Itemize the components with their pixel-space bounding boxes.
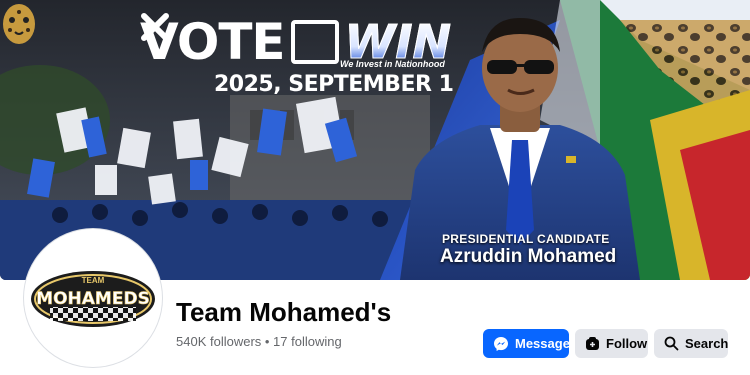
- follow-icon: [586, 337, 599, 350]
- search-button-label: Search: [685, 336, 729, 351]
- search-icon: [664, 336, 679, 351]
- page-title: Team Mohamed's: [176, 297, 392, 327]
- profile-picture[interactable]: TEAM MOHAMEDS: [24, 229, 162, 367]
- jaguar-icon: [3, 4, 35, 44]
- logo-top-text: TEAM: [82, 276, 105, 285]
- campaign-tagline: We Invest in Nationhood: [340, 59, 445, 69]
- x-mark-icon: [141, 13, 339, 64]
- election-date: 2025, SEPTEMBER 1: [214, 72, 454, 97]
- follow-button-label: Follow: [606, 336, 648, 351]
- message-button-label: Message: [515, 336, 570, 351]
- search-button[interactable]: Search: [654, 329, 728, 358]
- follow-button[interactable]: Follow: [575, 329, 648, 358]
- candidate-name: Azruddin Mohamed: [440, 246, 617, 267]
- team-logo: TEAM MOHAMEDS: [28, 233, 158, 363]
- candidate-title: PRESIDENTIAL CANDIDATE: [442, 232, 610, 246]
- logo-main-text: MOHAMEDS: [36, 289, 150, 309]
- follower-stats[interactable]: 540K followers • 17 following: [176, 334, 342, 349]
- message-button[interactable]: Message: [483, 329, 570, 358]
- messenger-icon: [494, 336, 508, 351]
